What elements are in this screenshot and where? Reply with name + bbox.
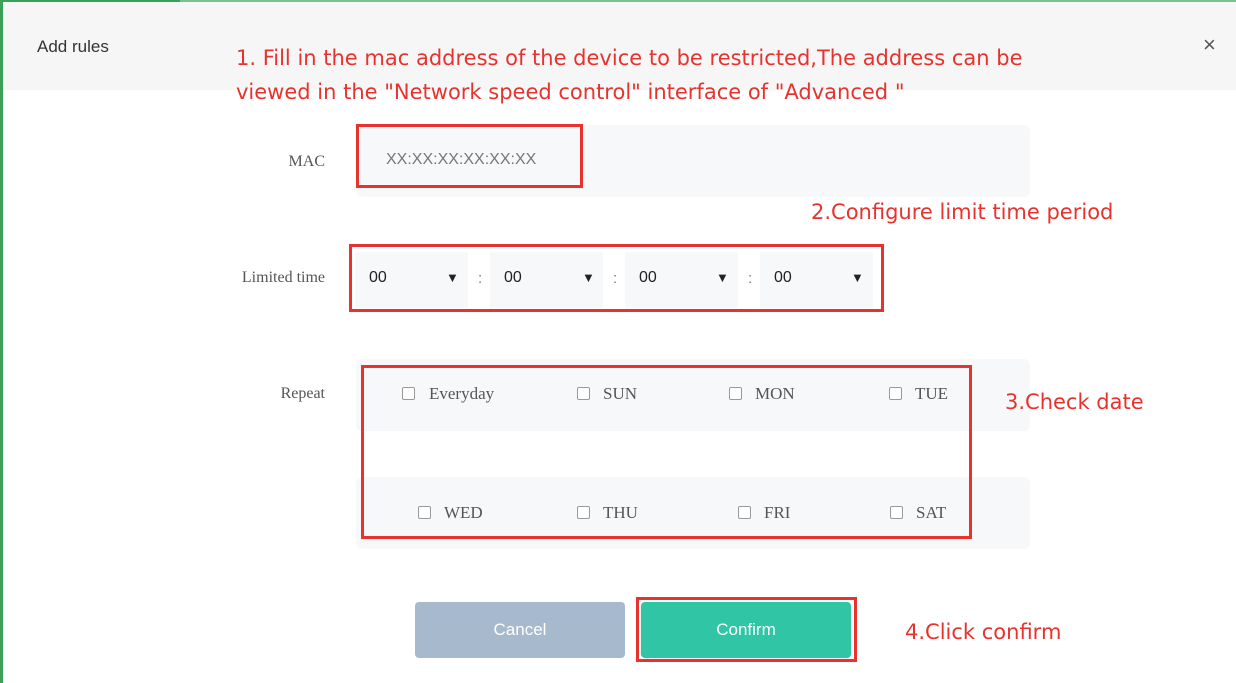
annotation-box-days [361,365,972,539]
dialog-title: Add rules [37,37,109,56]
mac-label: MAC [288,153,325,170]
annotation-step2: 2.Configure limit time period [811,200,1114,224]
annotation-box-mac [356,124,583,188]
annotation-step1-line1: 1. Fill in the mac address of the device… [236,46,1023,70]
annotation-step4: 4.Click confirm [905,620,1062,644]
close-icon[interactable]: × [1203,34,1216,56]
cancel-button[interactable]: Cancel [415,602,625,658]
limited-time-label: Limited time [241,269,325,286]
annotation-step3: 3.Check date [1005,390,1144,414]
window-border-left [0,0,3,683]
repeat-label: Repeat [280,385,325,402]
annotation-box-time [349,244,884,312]
annotation-box-confirm [636,597,857,662]
annotation-step1-line2: viewed in the "Network speed control" in… [236,80,905,104]
